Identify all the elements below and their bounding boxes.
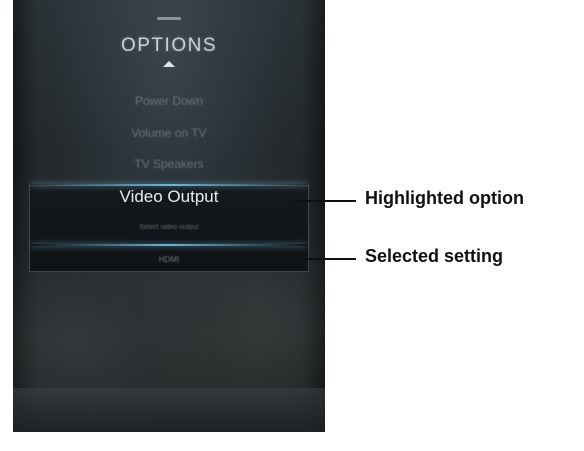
brand-logo-mark — [157, 17, 181, 20]
stage: OPTIONS Power Down Volume on TV TV Speak… — [0, 0, 584, 451]
callout-line-highlighted — [292, 200, 356, 202]
selected-setting-value[interactable]: HDMI — [13, 255, 325, 264]
highlighted-option-label[interactable]: Video Output — [13, 187, 325, 207]
panel-background-band — [13, 388, 325, 432]
callout-selected-setting: Selected setting — [365, 246, 504, 266]
highlight-middle-glow — [31, 244, 307, 246]
menu-item-volume-on-tv[interactable]: Volume on TV — [13, 126, 325, 140]
highlight-top-glow — [31, 184, 307, 186]
menu-item-power-down[interactable]: Power Down — [13, 94, 325, 108]
tv-options-menu: OPTIONS Power Down Volume on TV TV Speak… — [13, 0, 325, 432]
menu-item-tv-speakers[interactable]: TV Speakers — [13, 157, 325, 171]
menu-title: OPTIONS — [120, 35, 217, 56]
callout-line-selected — [292, 258, 356, 260]
highlighted-option-description: Select video output — [139, 224, 199, 231]
up-arrow-icon[interactable] — [163, 61, 175, 67]
callout-highlighted-option: Highlighted option — [365, 188, 524, 208]
